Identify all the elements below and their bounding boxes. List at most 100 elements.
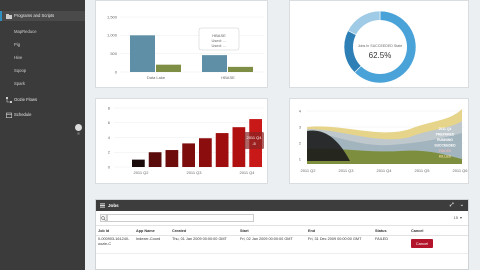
y-tick-label: 2: [108, 150, 111, 155]
folder-icon: [6, 13, 12, 19]
y-tick-label: 2: [299, 140, 302, 145]
job-id-cell[interactable]: 0-000903-161240-oozie-C: [96, 235, 134, 254]
legend-item: SUCCEEDED: [434, 144, 456, 148]
x-tick-label: 2011 Q3: [338, 168, 354, 173]
search-button[interactable]: [100, 214, 107, 222]
jobs-panel-title: Jobs: [108, 203, 119, 208]
search-input[interactable]: [107, 214, 254, 222]
x-tick-label: HBASE: [221, 75, 235, 80]
column-header-cancel: Cancel: [409, 225, 468, 236]
bar: [202, 55, 227, 72]
sidebar-item-spark[interactable]: Spark: [0, 79, 85, 89]
end-cell: Fri, 31 Dec 2009 00:00:00 GMT: [306, 235, 373, 254]
page-size-select[interactable]: 15 ▾: [454, 215, 462, 220]
bar: [232, 127, 246, 167]
stacked-area-chart: 4 3 2 1 2011 Q2 2011 Q3 2011 Q4 2011 Q5 2011 Q6…: [299, 108, 469, 173]
legend-item: RUNNING: [437, 138, 453, 142]
chevron-down-icon: ▾: [459, 215, 462, 220]
cancel-cell: Cancel: [409, 235, 468, 254]
sidebar-item-label: Hive: [14, 55, 23, 60]
jobs-panel: Jobs ⤢ ⌄ 15 ▾ Job Id App Name Created St…: [95, 199, 469, 270]
column-header-status[interactable]: Status: [373, 225, 409, 236]
app-name-cell: Indexer-Coord: [134, 235, 170, 254]
donut-center-label: Jobs In SUCCEEDED State: [358, 44, 403, 48]
x-tick-label: 2011 Q2: [300, 168, 316, 173]
column-header-job-id[interactable]: Job Id: [96, 225, 134, 236]
cancel-job-button[interactable]: Cancel: [411, 239, 433, 248]
y-tick-label: 3: [299, 124, 302, 129]
y-tick-label: 0: [108, 164, 111, 169]
sidebar-item-mapreduce[interactable]: MapReduce: [0, 27, 85, 37]
page-size-value: 15: [453, 215, 458, 220]
y-tick-label: 6: [108, 120, 111, 125]
bar: [165, 150, 179, 167]
storage-bar-chart: 1,500 1,000 500 0 Data Lake HBASE HBASE Used…: [107, 14, 264, 80]
calendar-icon: [6, 112, 12, 118]
donut-center-value: 62.5%: [369, 51, 392, 60]
jobs-table: Job Id App Name Created Start End Status…: [96, 225, 468, 254]
trend-bar-chart: 8 6 4 2 0 2011 Q2 2011 Q3 2011 Q4 2011 Q4 -5: [108, 105, 264, 175]
settings-icon: [77, 132, 80, 135]
collapse-sidebar-button[interactable]: [75, 124, 82, 135]
bar: [148, 152, 162, 167]
y-tick-label: 0: [115, 69, 118, 74]
stacked-area-chart-card: 4 3 2 1 2011 Q2 2011 Q3 2011 Q4 2011 Q5 2011 Q6…: [289, 98, 469, 184]
sidebar-item-pig[interactable]: Pig: [0, 40, 85, 50]
y-tick-label: 500: [110, 51, 117, 56]
job-status-donut-card: Jobs In SUCCEEDED State 62.5%: [289, 0, 469, 88]
sidebar-item-label: Pig: [14, 42, 21, 47]
table-row[interactable]: 0-000903-161240-oozie-C Indexer-Coord Th…: [96, 235, 468, 254]
sidebar-item-label: Programs and Scripts: [14, 13, 55, 18]
start-cell: Fri, 02 Jan 2009 00:00:00 GMT: [238, 235, 306, 254]
legend-item: 2011 Q4: [439, 127, 452, 131]
x-tick-label: 2011 Q3: [186, 170, 202, 175]
sidebar-item-sqoop[interactable]: Sqoop: [0, 66, 85, 76]
sidebar-item-label: Schedule: [14, 112, 32, 117]
collapse-icon[interactable]: ⌄: [460, 202, 464, 208]
tooltip-line: Used: ...: [212, 43, 227, 48]
y-tick-label: 1: [299, 156, 302, 161]
chart-tooltip: 2011 Q4 -5: [244, 132, 264, 149]
sidebar-item-label: Sqoop: [14, 68, 27, 73]
legend-item: PREPARED: [436, 133, 455, 137]
column-header-app-name[interactable]: App Name: [134, 225, 170, 236]
sidebar-item-label: MapReduce: [14, 29, 37, 34]
sidebar-item-schedule[interactable]: Schedule: [0, 110, 85, 120]
y-tick-label: 1,500: [107, 14, 118, 19]
legend-item: FAILED: [439, 149, 452, 153]
table-header-row: Job Id App Name Created Start End Status…: [96, 225, 468, 236]
sidebar-item-label: Oozie Flows: [14, 97, 38, 102]
x-tick-label: 2011 Q5: [414, 168, 430, 173]
sidebar: Programs and Scripts MapReduce Pig Hive …: [0, 0, 85, 270]
jobs-panel-header: Jobs ⤢ ⌄: [96, 200, 468, 211]
column-header-created[interactable]: Created: [170, 225, 238, 236]
x-tick-label: 2011 Q4: [239, 170, 255, 175]
list-icon: [100, 203, 105, 209]
y-tick-label: 8: [108, 105, 111, 110]
storage-bar-chart-card: 1,500 1,000 500 0 Data Lake HBASE HBASE Used…: [95, 0, 268, 88]
bar: [228, 66, 253, 72]
y-tick-label: 1,000: [107, 33, 118, 38]
sidebar-item-oozie-flows[interactable]: Oozie Flows: [0, 95, 85, 105]
status-cell: FAILED: [373, 235, 409, 254]
y-tick-label: 4: [299, 108, 302, 113]
x-tick-label: Data Lake: [147, 75, 166, 80]
sidebar-item-hive[interactable]: Hive: [0, 53, 85, 63]
x-tick-label: 2011 Q2: [133, 170, 149, 175]
bar: [199, 138, 212, 167]
bar: [132, 159, 145, 167]
x-tick-label: 2011 Q6: [452, 168, 468, 173]
legend-item: KILLED: [439, 155, 452, 159]
column-header-start[interactable]: Start: [238, 225, 306, 236]
chart-tooltip: HBASE Used: ... Used: ...: [198, 27, 240, 51]
x-tick-label: 2011 Q4: [376, 168, 392, 173]
flow-icon: [6, 97, 12, 103]
created-cell: Thu, 01 Jan 2009 00:00:00 GMT: [170, 235, 238, 254]
bar: [182, 143, 195, 167]
expand-icon[interactable]: ⤢: [450, 202, 454, 208]
sidebar-item-programs-and-scripts[interactable]: Programs and Scripts: [0, 11, 85, 21]
bar: [156, 64, 181, 72]
search-icon: [101, 215, 106, 221]
column-header-end[interactable]: End: [306, 225, 373, 236]
job-status-donut-chart: Jobs In SUCCEEDED State 62.5%: [343, 10, 417, 84]
